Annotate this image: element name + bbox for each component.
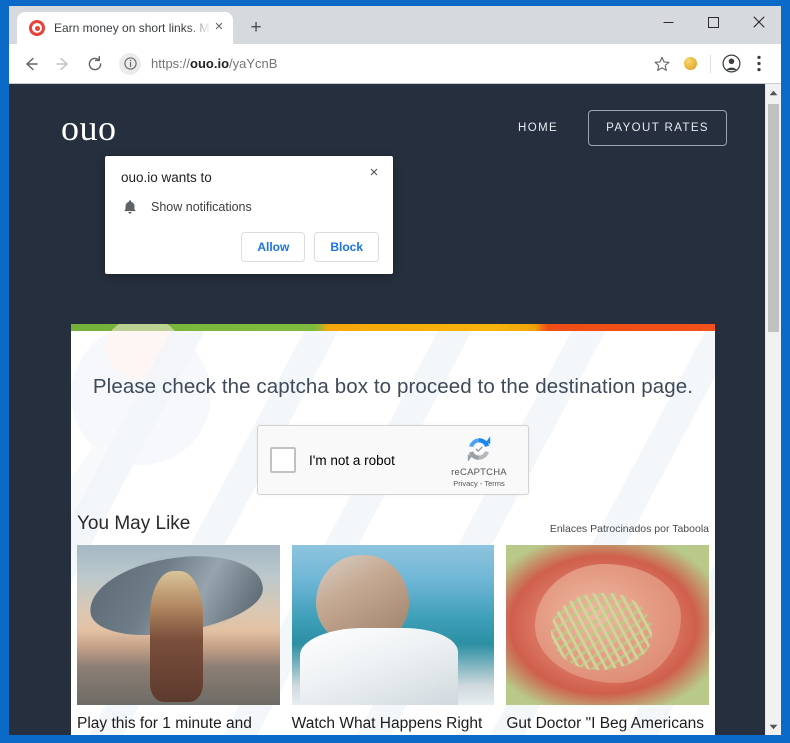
toolbar-divider xyxy=(710,54,711,73)
scroll-up-icon[interactable] xyxy=(766,84,781,101)
browser-tab[interactable]: Earn money on short links. Make × xyxy=(17,12,233,44)
tab-title: Earn money on short links. Make xyxy=(54,21,211,35)
browser-toolbar: https://ouo.io/yaYcnB xyxy=(9,44,781,84)
nav-link-payout-rates[interactable]: PAYOUT RATES xyxy=(588,110,727,146)
notification-permission-dialog: × ouo.io wants to Show notifications All… xyxy=(105,156,393,274)
maximize-window-icon[interactable] xyxy=(691,6,736,38)
recommendation-title: Watch What Happens Right Before A Heart.… xyxy=(291,715,483,732)
recaptcha-logo-icon xyxy=(463,433,495,465)
recommendations-header: You May Like Enlaces Patrocinados por Ta… xyxy=(77,513,709,535)
recaptcha-checkbox[interactable] xyxy=(270,447,296,473)
card-body: Please check the captcha box to proceed … xyxy=(71,324,715,735)
site-logo[interactable]: ouo xyxy=(61,107,117,149)
recommendation-title: Gut Doctor "I Beg Americans To Throw Out… xyxy=(506,715,704,732)
close-tab-icon[interactable]: × xyxy=(211,19,227,36)
site-information-icon[interactable] xyxy=(119,52,141,75)
gut-parasites-illustration xyxy=(506,545,709,705)
permission-dialog-title: ouo.io wants to xyxy=(121,170,212,185)
tab-strip: Earn money on short links. Make × + xyxy=(9,6,781,44)
recaptcha-terms-text[interactable]: Privacy - Terms xyxy=(442,479,516,488)
recommendation-card[interactable]: Gut Doctor "I Beg Americans To Throw Out… xyxy=(506,545,709,735)
minimize-window-icon[interactable] xyxy=(646,6,691,38)
recommendations-grid: Play this for 1 minute and see why every… xyxy=(77,545,709,735)
nav-link-home[interactable]: HOME xyxy=(518,122,558,134)
back-icon[interactable] xyxy=(17,50,45,78)
profile-avatar-icon[interactable] xyxy=(717,50,745,78)
new-tab-button[interactable]: + xyxy=(245,17,267,39)
permission-option-label: Show notifications xyxy=(151,200,252,214)
browser-window: Earn money on short links. Make × + xyxy=(9,6,781,735)
recommendation-card[interactable]: Watch What Happens Right Before A Heart.… xyxy=(291,545,495,735)
bell-icon xyxy=(121,199,139,215)
recommendation-card[interactable]: Play this for 1 minute and see why every… xyxy=(77,545,280,735)
window-controls xyxy=(646,6,781,38)
gradient-accent-bar xyxy=(71,324,715,331)
forward-icon[interactable] xyxy=(49,50,77,78)
recommendation-title: Play this for 1 minute and see why every… xyxy=(77,715,252,732)
address-bar[interactable]: https://ouo.io/yaYcnB xyxy=(117,50,640,77)
recaptcha-branding: reCAPTCHA Privacy - Terms xyxy=(442,433,516,488)
taboola-sponsor-label[interactable]: Enlaces Patrocinados por Taboola xyxy=(550,523,709,535)
shark-warrior-game-art xyxy=(77,545,280,705)
bookmark-star-icon[interactable] xyxy=(648,50,676,78)
site-navigation: HOME PAYOUT RATES xyxy=(518,110,727,146)
elderly-man-marina-photo xyxy=(291,545,495,705)
recaptcha-widget[interactable]: I'm not a robot reCAPTCHA Privacy - Term… xyxy=(257,425,529,495)
page-viewport: ouo HOME PAYOUT RATES Please check the c… xyxy=(9,84,781,735)
scroll-down-icon[interactable] xyxy=(766,718,781,735)
recaptcha-label: I'm not a robot xyxy=(309,452,395,468)
reload-icon[interactable] xyxy=(81,50,109,78)
ouo-target-favicon xyxy=(29,20,45,36)
page-scrollbar[interactable] xyxy=(765,84,781,735)
url-text: https://ouo.io/yaYcnB xyxy=(151,56,278,71)
recommendations-title: You May Like xyxy=(77,513,191,534)
close-dialog-icon[interactable]: × xyxy=(365,164,383,182)
recaptcha-wrapper: I'm not a robot reCAPTCHA Privacy - Term… xyxy=(77,425,709,495)
permission-dialog-actions: Allow Block xyxy=(241,232,379,262)
recaptcha-brand-text: reCAPTCHA xyxy=(451,466,507,478)
desktop-background: Earn money on short links. Make × + xyxy=(0,0,790,743)
scrollbar-thumb[interactable] xyxy=(768,104,779,332)
permission-option-row: Show notifications xyxy=(121,199,377,215)
block-button[interactable]: Block xyxy=(314,232,379,262)
browser-menu-icon[interactable] xyxy=(745,50,773,78)
captcha-heading: Please check the captcha box to proceed … xyxy=(92,375,694,398)
content-card: Please check the captcha box to proceed … xyxy=(71,324,715,735)
close-window-icon[interactable] xyxy=(736,6,781,38)
allow-button[interactable]: Allow xyxy=(241,232,306,262)
extension-icon[interactable] xyxy=(676,50,704,78)
